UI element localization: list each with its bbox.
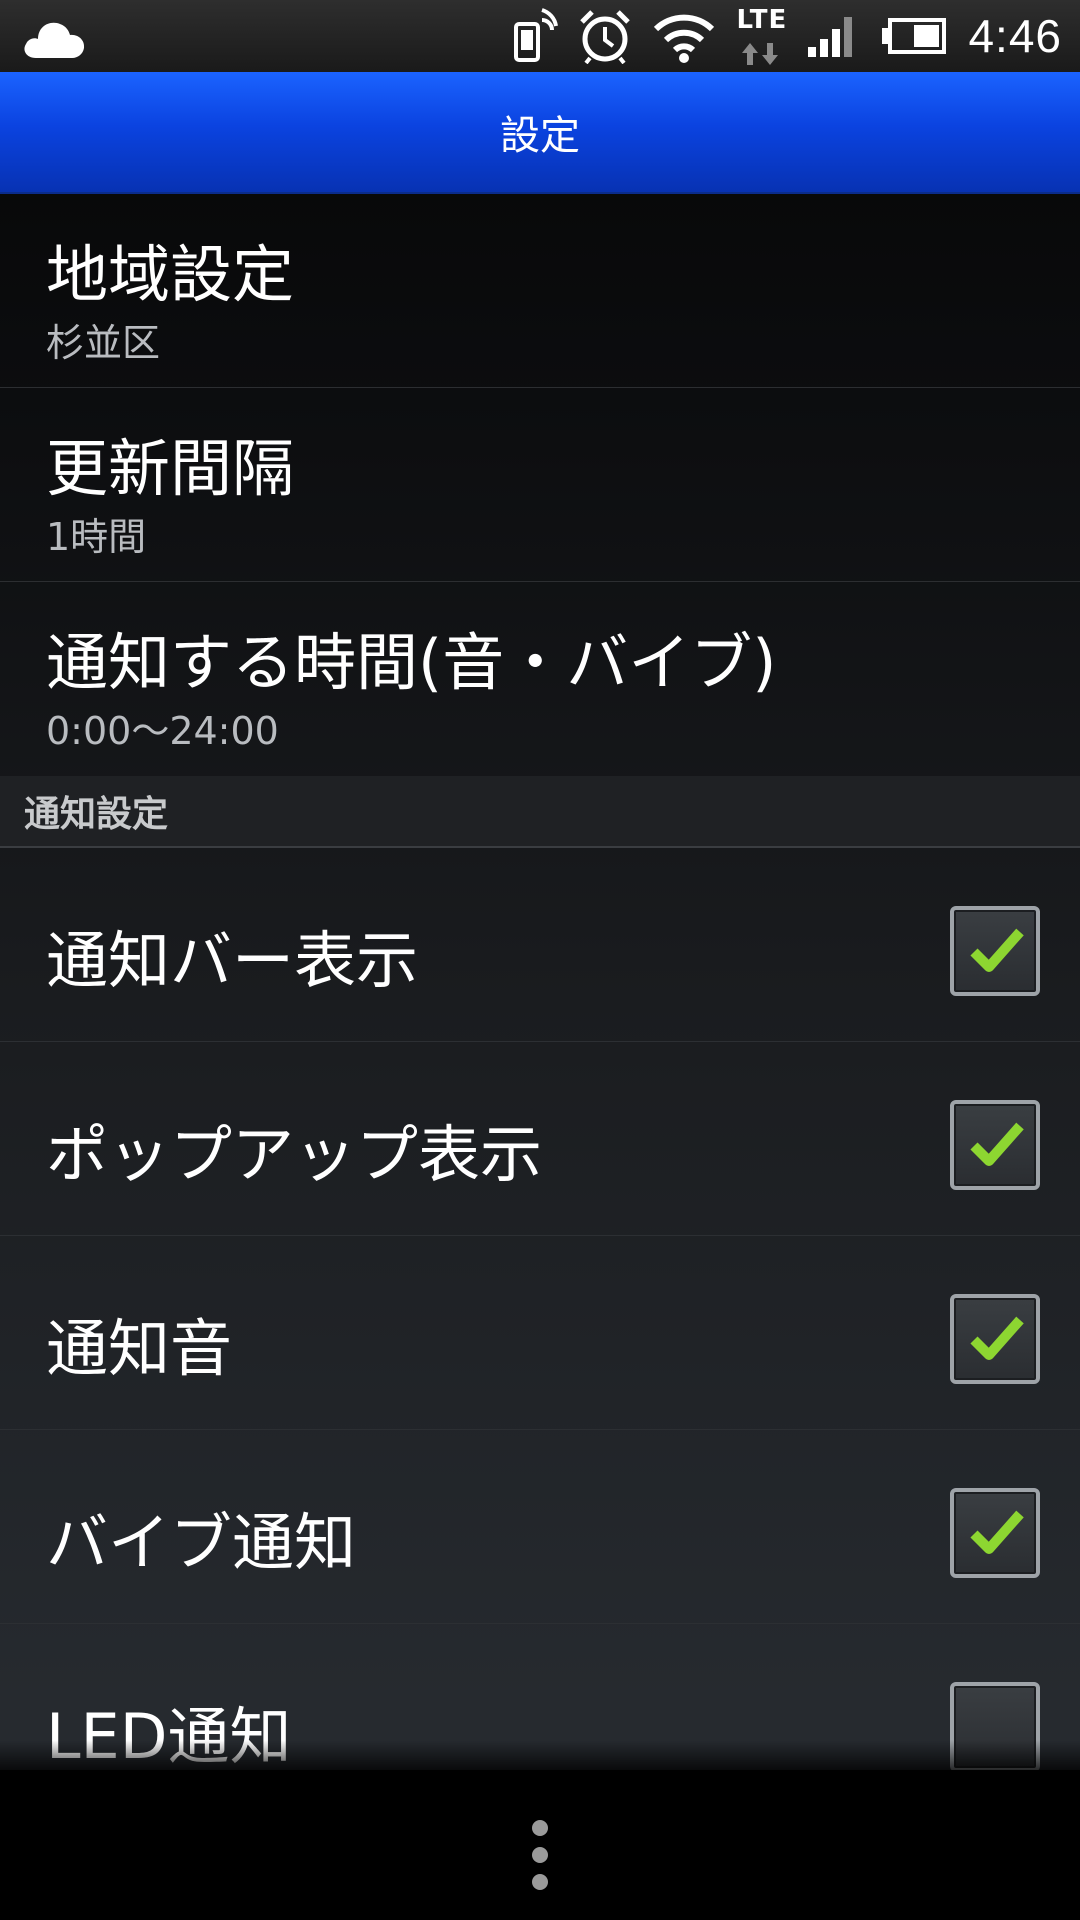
phone-signal-icon <box>512 8 559 64</box>
status-clock: 4:46 <box>968 10 1062 62</box>
pref-summary: 1時間 <box>46 515 147 559</box>
pref-summary: 0:00〜24:00 <box>46 709 279 753</box>
page-title: 設定 <box>500 113 580 159</box>
pref-popup[interactable]: ポップアップ表示 <box>0 1042 1080 1236</box>
pref-title: バイブ通知 <box>46 1506 357 1579</box>
checkbox-vibrate[interactable] <box>950 1488 1040 1578</box>
category-header-notification: 通知設定 <box>0 776 1080 848</box>
checkmark-icon <box>970 1122 1024 1166</box>
category-title: 通知設定 <box>24 794 169 835</box>
pref-vibrate[interactable]: バイブ通知 <box>0 1430 1080 1624</box>
pref-title: 地域設定 <box>46 238 295 311</box>
overflow-menu-icon[interactable] <box>525 1820 555 1900</box>
pref-update-interval[interactable]: 更新間隔 1時間 <box>0 388 1080 582</box>
checkbox-popup[interactable] <box>950 1100 1040 1190</box>
lte-icon: LTE <box>736 3 786 69</box>
pref-region[interactable]: 地域設定 杉並区 <box>0 194 1080 388</box>
pref-title: 通知する時間(音・バイブ) <box>46 626 777 699</box>
cell-signal-icon <box>806 15 860 57</box>
pref-sound[interactable]: 通知音 <box>0 1236 1080 1430</box>
pref-notification-bar[interactable]: 通知バー表示 <box>0 848 1080 1042</box>
cloud-icon <box>22 14 86 60</box>
checkmark-icon <box>970 1510 1024 1554</box>
pref-title: 通知バー表示 <box>46 924 419 997</box>
battery-icon <box>880 16 948 56</box>
pref-title: 更新間隔 <box>46 432 295 505</box>
pref-summary: 杉並区 <box>46 321 161 365</box>
pref-title: 通知音 <box>46 1312 233 1385</box>
checkmark-icon <box>970 1316 1024 1360</box>
wifi-icon <box>652 9 716 63</box>
action-bar: 設定 <box>0 72 1080 194</box>
pref-notify-time[interactable]: 通知する時間(音・バイブ) 0:00〜24:00 <box>0 582 1080 776</box>
navigation-bar <box>0 1770 1080 1920</box>
checkbox-notification-bar[interactable] <box>950 906 1040 996</box>
pref-title: ポップアップ表示 <box>46 1118 543 1191</box>
alarm-icon <box>578 8 632 64</box>
network-type-label: LTE <box>736 5 788 35</box>
settings-list: 地域設定 杉並区 更新間隔 1時間 通知する時間(音・バイブ) 0:00〜24:… <box>0 194 1080 1818</box>
status-bar: LTE 4:46 <box>0 0 1080 72</box>
checkmark-icon <box>970 928 1024 972</box>
screen: LTE 4:46 設定 地域設定 杉並区 更新間隔 1時間 通知する時間(音・バ… <box>0 0 1080 1920</box>
checkbox-sound[interactable] <box>950 1294 1040 1384</box>
